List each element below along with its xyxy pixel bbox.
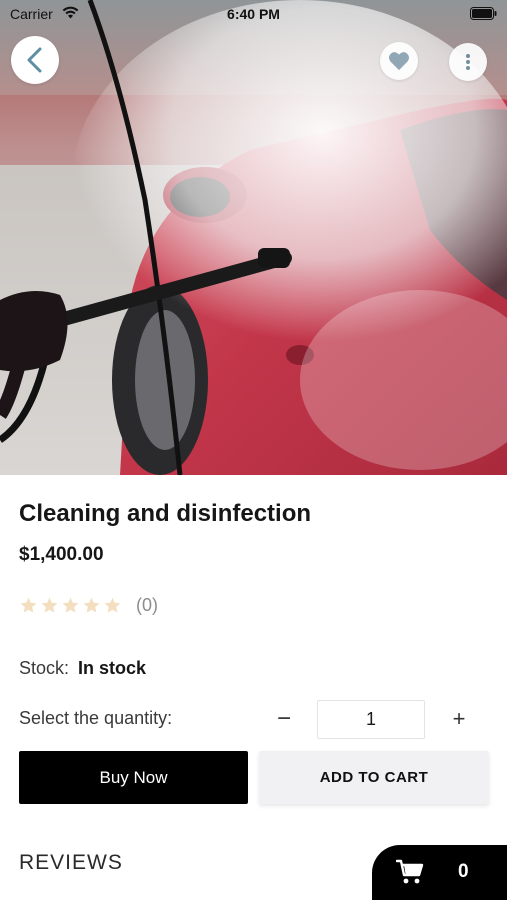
cart-icon: [396, 859, 424, 884]
quantity-label: Select the quantity:: [19, 708, 173, 728]
star-icon: [104, 597, 121, 613]
quantity-decrease-button[interactable]: −: [268, 701, 300, 737]
more-options-button[interactable]: [449, 43, 487, 81]
buy-now-button[interactable]: Buy Now: [19, 751, 248, 804]
add-to-cart-button[interactable]: ADD TO CART: [259, 751, 489, 804]
more-vertical-icon: [466, 54, 470, 70]
star-icon: [62, 597, 79, 613]
product-photo: [0, 0, 507, 475]
star-icon: [83, 597, 100, 613]
rating-count: (0): [136, 594, 158, 615]
stock-value: In stock: [78, 658, 147, 678]
quantity-input[interactable]: [317, 700, 425, 739]
star-icon: [20, 597, 37, 613]
product-hero-image: Carrier 6:40 PM: [0, 0, 507, 475]
chevron-left-icon: [27, 47, 42, 73]
star-icon: [41, 597, 58, 613]
rating-stars: [19, 596, 124, 615]
heart-icon: [389, 52, 409, 71]
product-title: Cleaning and disinfection: [19, 500, 312, 527]
stock-row: Stock: In stock: [19, 658, 146, 679]
favorite-button[interactable]: [380, 42, 418, 80]
cart-button[interactable]: 0: [372, 845, 507, 900]
rating-row: (0): [19, 594, 158, 616]
product-price: $1,400.00: [19, 544, 104, 565]
quantity-increase-button[interactable]: +: [443, 701, 475, 737]
battery-icon: [470, 7, 497, 20]
cart-count: 0: [458, 861, 469, 882]
stock-label: Stock:: [19, 658, 70, 678]
reviews-heading: REVIEWS: [19, 851, 123, 874]
status-bar: Carrier 6:40 PM: [0, 0, 507, 28]
back-button[interactable]: [11, 36, 59, 84]
status-time: 6:40 PM: [227, 6, 280, 22]
